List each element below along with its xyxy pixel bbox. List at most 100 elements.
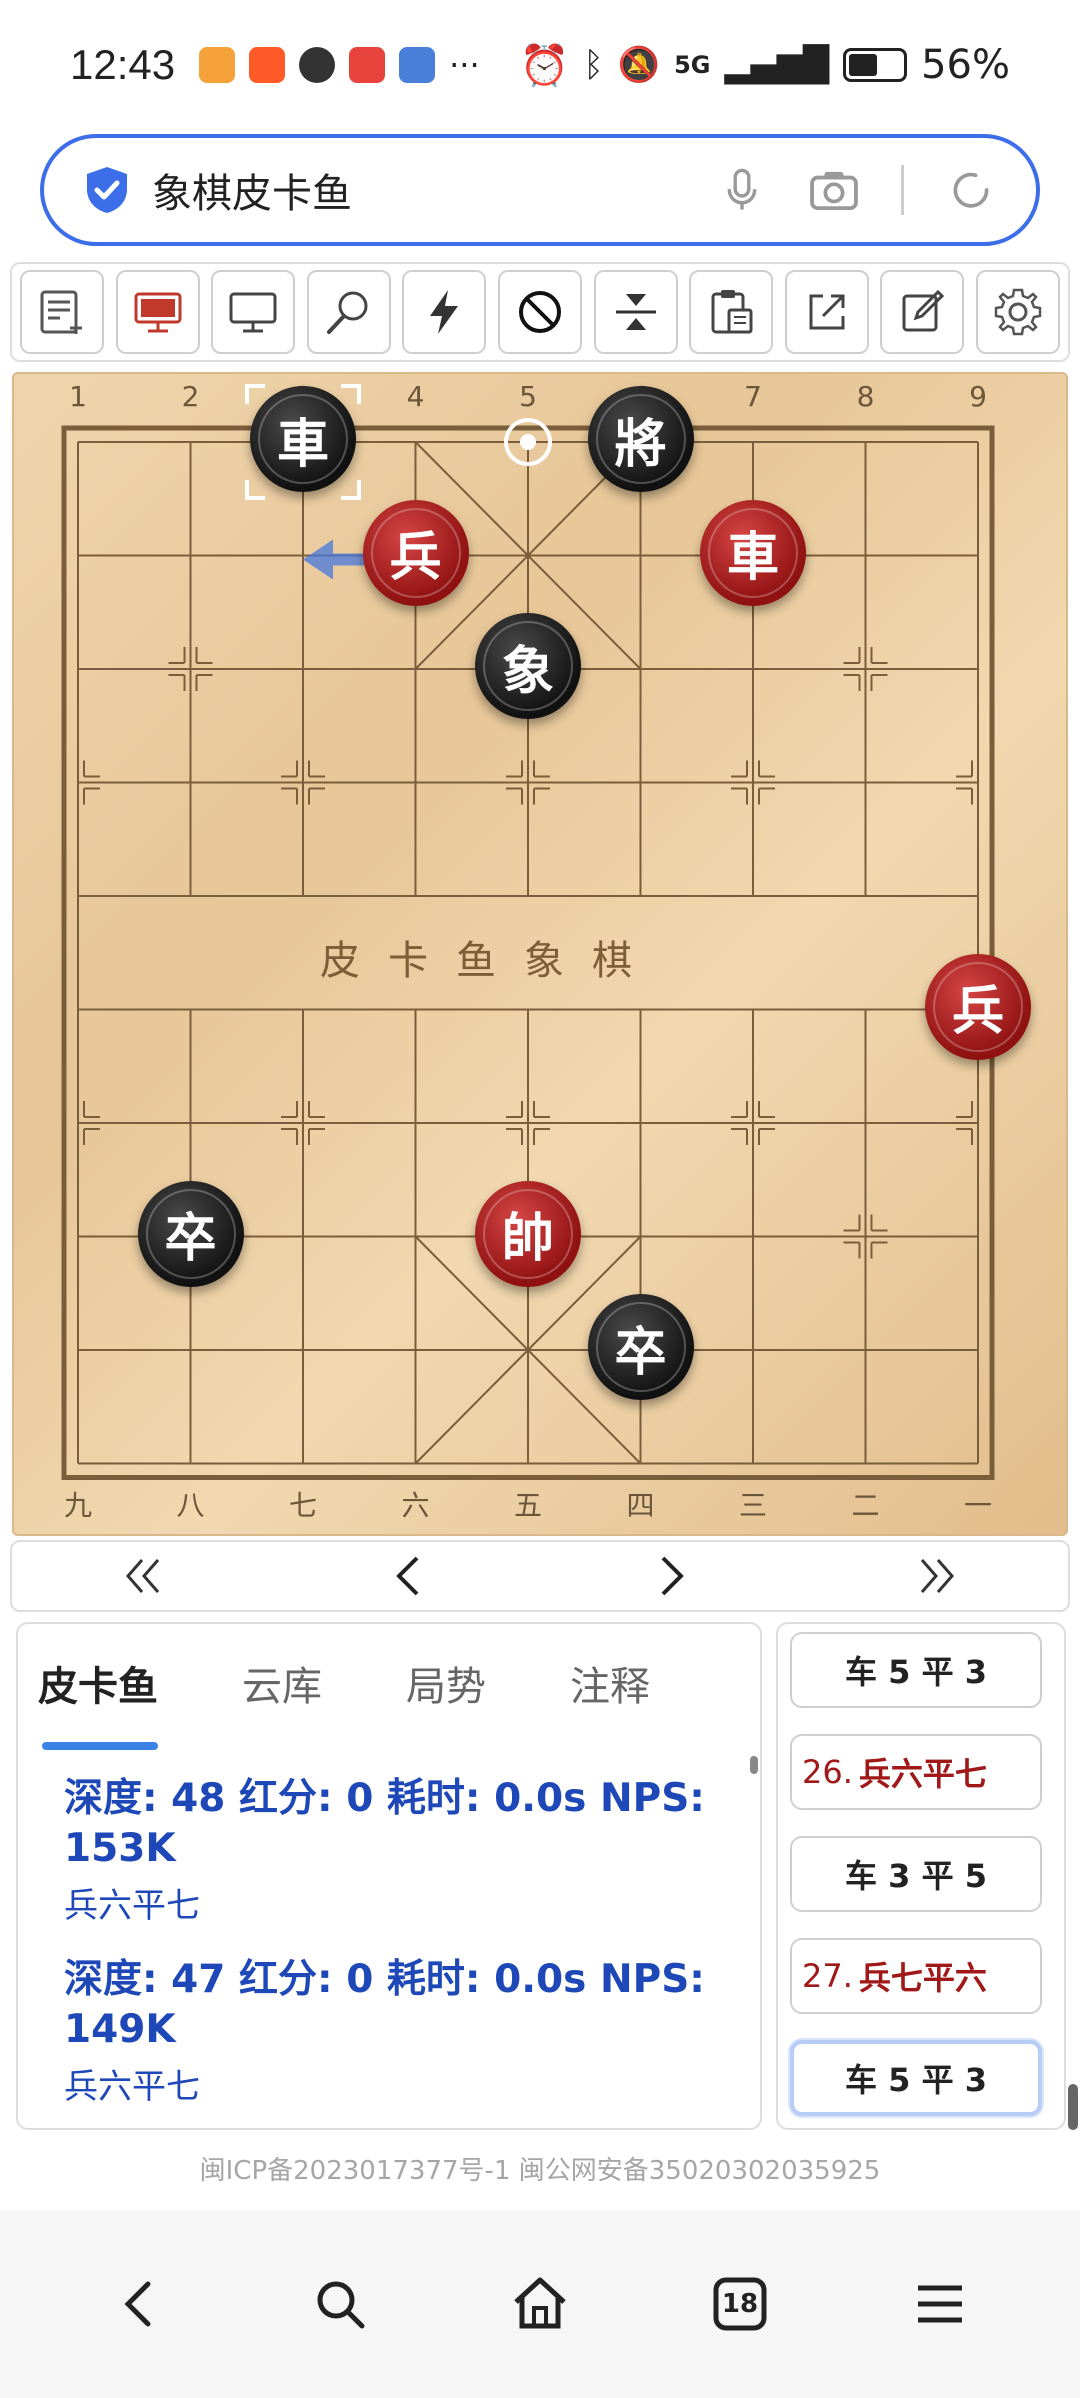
analysis-line-move[interactable]: 兵六平七 [64,1878,720,1927]
move-list-scrollbar[interactable] [1068,2084,1078,2130]
move-text: 兵六平七 [858,1755,987,1793]
search-bar[interactable]: 象棋皮卡鱼 [40,134,1040,246]
analysis-line-header: 深度: 48 红分: 0 耗时: 0.0s NPS: 153K [64,1776,705,1871]
tab-cloud[interactable]: 云库 [242,1624,322,1754]
red-piece[interactable]: 帥 [475,1180,581,1287]
menu-button[interactable] [895,2259,985,2349]
last-move-button[interactable] [804,1542,1068,1610]
magnifier-icon [326,291,368,334]
status-left: 12:43 ··· [70,41,480,89]
file-label-top: 1 [69,380,87,413]
search-separator [901,165,904,215]
microphone-icon[interactable] [717,165,767,215]
tips-icon [399,47,436,83]
stop-button[interactable] [497,270,582,354]
move-item[interactable]: 27. 兵七平六 [790,1938,1042,2014]
move-number: 26. [802,1753,853,1791]
analyze-button[interactable] [306,270,391,354]
black-computer-button[interactable] [211,270,296,354]
analysis-line-move[interactable]: 兵六平七 [64,2059,720,2108]
tab-notes[interactable]: 注释 [570,1624,650,1754]
lightning-icon [430,290,459,334]
search-button[interactable] [295,2259,385,2349]
gear-icon [994,288,1042,336]
move-item-current[interactable]: 车 5 平 3 [790,2040,1042,2116]
file-label-bottom: 三 [738,1488,767,1522]
black-piece[interactable]: 卒 [587,1294,694,1400]
first-move-button[interactable] [12,1542,276,1610]
black-piece[interactable]: 卒 [137,1180,244,1287]
file-label-bottom: 七 [288,1488,317,1522]
shopping-icon [349,47,386,83]
new-document-icon [40,290,82,334]
move-text: 兵七平六 [858,1959,987,1997]
file-label-bottom: 九 [63,1488,92,1522]
move-item[interactable]: 车 5 平 3 [790,1632,1042,1708]
move-item[interactable]: 26. 兵六平七 [790,1734,1042,1810]
move-number: 27. [802,1957,853,1995]
file-label-top: 9 [969,380,987,413]
menu-icon [918,2285,962,2323]
tab-situation[interactable]: 局势 [406,1624,486,1754]
file-label-bottom: 二 [851,1488,880,1522]
file-label-top: 8 [856,380,875,413]
move-item[interactable]: 车 3 平 5 [790,1836,1042,1912]
home-icon [514,2277,566,2329]
black-piece[interactable]: 車 [250,386,356,492]
move-list: 车 5 平 3 26. 兵六平七 车 3 平 5 27. 兵七平六 车 5 平 3 [776,1622,1078,2130]
red-computer-button[interactable] [115,270,200,354]
red-piece[interactable]: 兵 [925,953,1031,1060]
back-button[interactable] [95,2259,185,2349]
edit-icon [902,289,945,332]
tabs-count: 18 [721,2289,759,2319]
move-text: 车 5 平 3 [845,1653,987,1691]
chevron-left-icon [396,1556,419,1596]
flip-icon [615,294,656,330]
red-piece[interactable]: 兵 [362,499,469,606]
alarm-icon: ⏰ [519,42,570,89]
file-label-bottom: 一 [963,1488,992,1522]
back-icon [124,2281,151,2327]
status-bar: 12:43 ··· ⏰ ᛒ 🔕 5G ▂▄▆█ 56% [0,0,1080,130]
battery-percent: 56% [921,42,1010,88]
tabs-scrollbar[interactable] [750,1756,758,1774]
analysis-panel: 皮卡鱼 云库 局势 注释 深度: 48 红分: 0 耗时: 0.0s NPS: … [16,1622,762,2130]
black-piece[interactable]: 象 [475,613,581,719]
analysis-tabs: 皮卡鱼 云库 局势 注释 [18,1624,760,1754]
tabs-button[interactable]: 18 [695,2259,785,2349]
home-button[interactable] [495,2259,585,2349]
share-button[interactable] [784,270,869,354]
new-game-button[interactable] [20,270,104,354]
icp-footer[interactable]: 闽ICP备2023017377号-1 闽公网安备35020302035925 [0,2150,1080,2187]
xiangqi-board[interactable]: 皮卡鱼象棋 123456789 九八七六五四三二一 車將兵車象兵卒帥卒 [12,372,1068,1536]
black-piece[interactable]: 將 [587,386,694,492]
red-piece[interactable]: 車 [700,499,806,606]
bluetooth-icon: ᛒ [583,45,604,85]
shield-icon [87,167,127,213]
forbidden-icon [518,291,561,333]
battery-icon [843,48,908,82]
chevron-right-icon [661,1556,684,1596]
refresh-icon[interactable] [946,165,996,215]
search-input[interactable]: 象棋皮卡鱼 [152,161,675,219]
file-label-bottom: 六 [401,1488,430,1522]
share-icon [809,294,845,330]
next-move-button[interactable] [540,1542,804,1610]
tab-pikafish[interactable]: 皮卡鱼 [38,1624,158,1754]
message-icon [299,47,336,83]
quick-move-button[interactable] [402,270,487,354]
flip-board-button[interactable] [593,270,678,354]
file-label-top: 2 [181,380,200,413]
double-chevron-left-icon [126,1559,160,1593]
selection-bracket [341,480,361,500]
camera-icon[interactable] [809,165,859,215]
file-label-bottom: 五 [513,1488,542,1522]
analysis-line-header: 深度: 47 红分: 0 耗时: 0.0s NPS: 149K [64,1957,705,2052]
file-label-top: 7 [744,380,762,413]
prev-move-button[interactable] [276,1542,540,1610]
paste-button[interactable] [689,270,774,354]
edit-button[interactable] [880,270,965,354]
move-text: 车 5 平 3 [845,2061,987,2099]
settings-button[interactable] [975,270,1060,354]
move-text: 车 3 平 5 [845,1857,987,1895]
